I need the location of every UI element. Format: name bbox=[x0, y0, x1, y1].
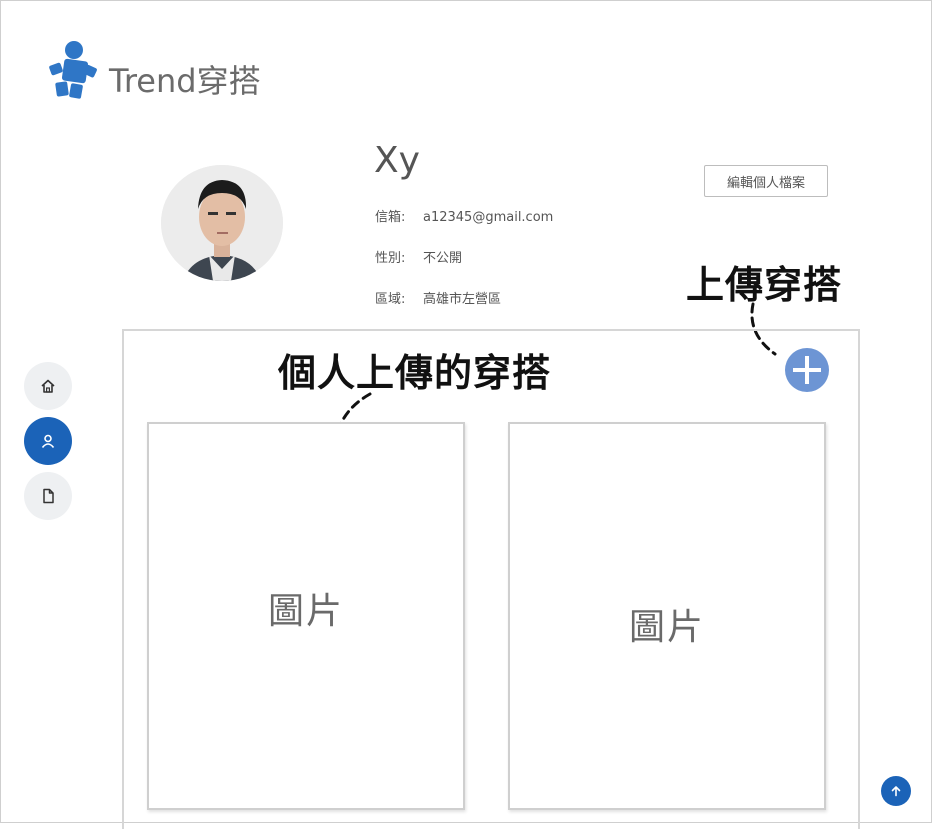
email-label: 信箱: bbox=[375, 210, 406, 225]
home-icon bbox=[41, 379, 55, 393]
side-nav bbox=[24, 362, 74, 527]
avatar-image bbox=[161, 165, 283, 281]
area-row: 區域: 高雄市左營區 bbox=[375, 288, 501, 307]
area-value: 高雄市左營區 bbox=[423, 292, 502, 307]
edit-profile-button[interactable]: 編輯個人檔案 bbox=[704, 165, 828, 197]
nav-document-button[interactable] bbox=[24, 472, 72, 520]
email-value: a12345@gmail.com bbox=[423, 210, 554, 225]
file-icon bbox=[43, 488, 54, 504]
avatar bbox=[161, 165, 283, 281]
scroll-to-top-button[interactable] bbox=[881, 776, 911, 806]
add-outfit-button[interactable] bbox=[785, 348, 829, 392]
outfit-card[interactable]: 圖片 bbox=[508, 422, 826, 810]
nav-home-button[interactable] bbox=[24, 362, 72, 410]
image-placeholder-label: 圖片 bbox=[267, 591, 344, 632]
email-row: 信箱: a12345@gmail.com bbox=[375, 206, 553, 225]
gender-value: 不公開 bbox=[423, 251, 463, 266]
logo-icon bbox=[49, 41, 97, 99]
app-title: Trend穿搭 bbox=[109, 62, 261, 100]
gender-label: 性別: bbox=[375, 251, 406, 266]
image-placeholder-label: 圖片 bbox=[628, 607, 705, 648]
nav-profile-button[interactable] bbox=[24, 417, 72, 465]
arrow-up-icon bbox=[891, 786, 901, 797]
outfit-card[interactable]: 圖片 bbox=[147, 422, 465, 810]
profile-username: Xy bbox=[374, 140, 420, 181]
user-icon bbox=[41, 434, 55, 449]
plus-icon bbox=[793, 356, 821, 384]
area-label: 區域: bbox=[375, 292, 406, 307]
gender-row: 性別: 不公開 bbox=[375, 247, 462, 266]
